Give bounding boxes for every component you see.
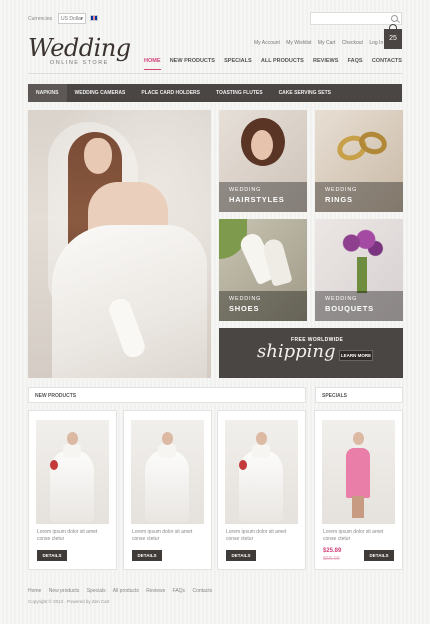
chevron-down-icon: ▾ <box>80 16 83 22</box>
currency-label: Currencies <box>28 16 53 22</box>
link-my-cart[interactable]: My Cart <box>318 40 336 46</box>
details-button[interactable]: DETAILS <box>37 550 67 561</box>
nav-contacts[interactable]: CONTACTS <box>372 58 402 70</box>
footer-link-all-products[interactable]: All products <box>113 588 139 594</box>
footer-link-reviews[interactable]: Reviews <box>146 588 165 594</box>
product-image[interactable] <box>131 420 204 524</box>
old-price: $55.99 <box>323 556 340 562</box>
product-model-head <box>353 432 364 445</box>
nav-home[interactable]: HOME <box>144 58 161 70</box>
top-strip: Currencies US Dollar ▾ <box>28 12 402 26</box>
category-toasting-flutes[interactable]: TOASTING FLUTES <box>208 84 271 102</box>
nav-specials[interactable]: SPECIALS <box>224 58 252 70</box>
category-place-card-holders[interactable]: PLACE CARD HOLDERS <box>133 84 208 102</box>
nav-all-products[interactable]: ALL PRODUCTS <box>261 58 304 70</box>
hero-face <box>84 138 112 174</box>
footer-link-contacts[interactable]: Contacts <box>192 588 212 594</box>
product-description[interactable]: Lorem ipsum dolor sit amet conse ctetur <box>37 529 111 543</box>
tile-caption-small: WEDDING <box>325 296 358 302</box>
tile-shoes[interactable]: WEDDING SHOES <box>219 219 307 321</box>
currency-value: US Dollar <box>61 16 83 22</box>
product-model-head <box>67 432 78 445</box>
tile-hairstyles-face <box>251 130 273 160</box>
account-links: My Account My Wishlist My Cart Checkout … <box>254 40 388 46</box>
product-gown <box>145 450 189 522</box>
tile-caption-big: RINGS <box>325 194 353 204</box>
tile-caption: WEDDING HAIRSTYLES <box>219 182 307 212</box>
category-wedding-cameras[interactable]: WEDDING CAMERAS <box>67 84 134 102</box>
product-description[interactable]: Lorem ipsum dolor sit amet conse ctetur <box>226 529 300 543</box>
product-image[interactable] <box>36 420 109 524</box>
new-products-header: NEW PRODUCTS <box>28 387 306 403</box>
tile-caption-small: WEDDING <box>325 187 358 193</box>
product-description[interactable]: Lorem ipsum dolor sit amet conse ctetur <box>323 529 397 543</box>
details-button[interactable]: DETAILS <box>226 550 256 561</box>
free-shipping-banner[interactable]: FREE WORLDWIDE shipping LEARN MORE <box>219 328 403 378</box>
search-input[interactable] <box>310 12 402 25</box>
shipping-script-text: shipping <box>257 341 336 362</box>
tile-caption-big: HAIRSTYLES <box>229 194 285 204</box>
tile-caption: WEDDING BOUQUETS <box>315 291 403 321</box>
link-checkout[interactable]: Checkout <box>342 40 363 46</box>
cart-count: 25 <box>389 35 397 42</box>
link-log-in[interactable]: Log In <box>369 40 383 46</box>
nav-new-products[interactable]: NEW PRODUCTS <box>170 58 215 70</box>
currency-select[interactable]: US Dollar ▾ <box>58 13 86 24</box>
product-card: Lorem ipsum dolor sit amet conse ctetur … <box>28 410 117 570</box>
details-button[interactable]: DETAILS <box>364 550 394 561</box>
footer-link-new-products[interactable]: New products <box>49 588 80 594</box>
product-pink-dress <box>346 448 370 498</box>
product-bodice <box>63 444 81 458</box>
product-model-head <box>256 432 267 445</box>
bouquet-stems <box>357 257 367 293</box>
product-card: Lorem ipsum dolor sit amet conse ctetur … <box>123 410 212 570</box>
footer-link-faqs[interactable]: FAQs <box>173 588 186 594</box>
search-icon[interactable] <box>391 15 398 22</box>
product-bodice <box>252 444 270 458</box>
store-logo[interactable]: Wedding ONLINE STORE <box>28 34 131 78</box>
link-my-account[interactable]: My Account <box>254 40 280 46</box>
copyright: Copyright © 2013 . Powered by Zen Cart <box>28 599 110 604</box>
logo-title: Wedding <box>28 34 131 62</box>
footer-links: Home New products Specials All products … <box>28 588 218 594</box>
learn-more-button[interactable]: LEARN MORE <box>339 350 373 361</box>
tile-caption-small: WEDDING <box>229 296 262 302</box>
footer-link-home[interactable]: Home <box>28 588 41 594</box>
special-product-card: Lorem ipsum dolor sit amet conse ctetur … <box>314 410 403 570</box>
uk-flag-icon[interactable] <box>90 15 98 21</box>
page: Currencies US Dollar ▾ Wedding ONLINE ST… <box>0 0 430 624</box>
product-model-head <box>162 432 173 445</box>
link-my-wishlist[interactable]: My Wishlist <box>286 40 311 46</box>
nav-faqs[interactable]: FAQS <box>348 58 363 70</box>
product-bouquet <box>50 460 58 470</box>
product-model-legs <box>352 496 364 518</box>
tile-rings[interactable]: WEDDING RINGS <box>315 110 403 212</box>
category-bar: NAPKINS WEDDING CAMERAS PLACE CARD HOLDE… <box>28 84 402 102</box>
tile-caption-small: WEDDING <box>229 187 262 193</box>
tile-caption-big: BOUQUETS <box>325 303 374 313</box>
special-price: $25.89 <box>323 548 342 554</box>
tile-caption: WEDDING RINGS <box>315 182 403 212</box>
main-nav: HOME NEW PRODUCTS SPECIALS ALL PRODUCTS … <box>144 58 402 70</box>
tile-caption-big: SHOES <box>229 303 260 313</box>
bouquet-icon <box>337 225 385 261</box>
details-button[interactable]: DETAILS <box>132 550 162 561</box>
category-napkins[interactable]: NAPKINS <box>28 84 67 102</box>
product-bodice <box>158 444 176 458</box>
nav-divider <box>28 73 402 74</box>
specials-header: SPECIALS <box>315 387 403 403</box>
tile-hairstyles[interactable]: WEDDING HAIRSTYLES <box>219 110 307 212</box>
tile-caption: WEDDING SHOES <box>219 291 307 321</box>
nav-reviews[interactable]: REVIEWS <box>313 58 338 70</box>
product-bouquet <box>239 460 247 470</box>
hero-bride-image[interactable] <box>28 110 211 378</box>
footer-link-specials[interactable]: Specials <box>87 588 106 594</box>
cart-bag-icon[interactable]: 25 <box>384 24 402 49</box>
tile-bouquets[interactable]: WEDDING BOUQUETS <box>315 219 403 321</box>
category-cake-serving-sets[interactable]: CAKE SERVING SETS <box>271 84 339 102</box>
product-card: Lorem ipsum dolor sit amet conse ctetur … <box>217 410 306 570</box>
product-image[interactable] <box>322 420 395 524</box>
product-description[interactable]: Lorem ipsum dolor sit amet conse ctetur <box>132 529 206 543</box>
product-image[interactable] <box>225 420 298 524</box>
